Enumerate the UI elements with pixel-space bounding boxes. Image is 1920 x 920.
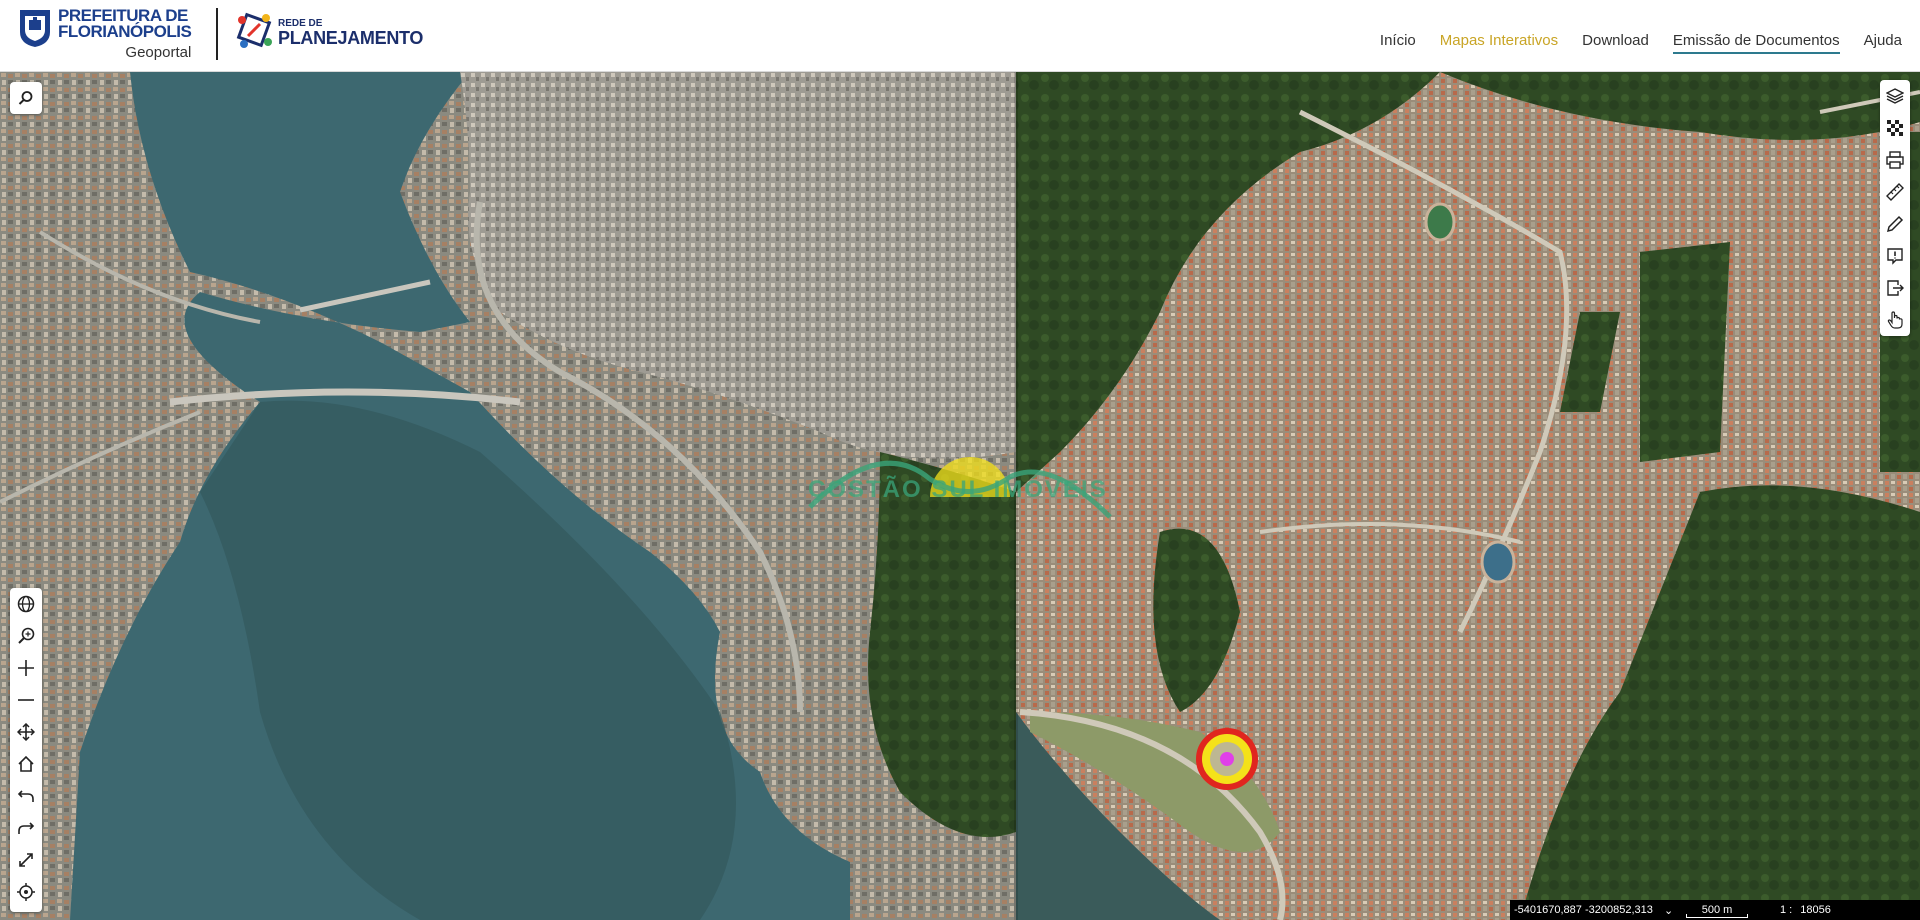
locate-button[interactable] bbox=[10, 876, 42, 908]
search-icon bbox=[18, 91, 33, 105]
main-nav: Início Mapas Interativos Download Emissã… bbox=[1380, 32, 1902, 54]
nav-emissao-documentos[interactable]: Emissão de Documentos bbox=[1672, 32, 1840, 54]
map-canvas[interactable]: COSTÃO SUL IMÓVEIS -5401670,887 -3200852… bbox=[0, 72, 1920, 920]
basemap-button[interactable] bbox=[1880, 112, 1910, 144]
pan-icon bbox=[17, 723, 35, 741]
measure-icon bbox=[1886, 183, 1904, 201]
scale-bar: 500 m bbox=[1680, 904, 1754, 918]
header-divider bbox=[216, 8, 218, 60]
pointer-icon bbox=[1887, 311, 1903, 329]
globe-icon bbox=[17, 595, 35, 613]
info-icon bbox=[1887, 248, 1903, 265]
layers-icon bbox=[1886, 88, 1904, 104]
geoportal-subtitle: Geoportal bbox=[125, 44, 192, 61]
map-tools-toolbar bbox=[1880, 80, 1910, 336]
draw-button[interactable] bbox=[1880, 208, 1910, 240]
pointer-button[interactable] bbox=[1880, 304, 1910, 336]
export-button[interactable] bbox=[1880, 272, 1910, 304]
city-crest-icon bbox=[20, 10, 50, 47]
zoom-out-icon bbox=[18, 699, 34, 701]
navigation-toolbar bbox=[10, 588, 42, 912]
nav-mapas-interativos[interactable]: Mapas Interativos bbox=[1440, 32, 1558, 54]
print-button[interactable] bbox=[1880, 144, 1910, 176]
rede-logo-line1: REDE DE bbox=[278, 17, 323, 29]
draw-icon bbox=[1886, 215, 1904, 233]
zoom-out-button[interactable] bbox=[10, 684, 42, 716]
basemap-icon bbox=[1887, 120, 1903, 136]
prefeitura-logo[interactable]: PREFEITURA DE FLORIANÓPOLIS Geoportal bbox=[18, 7, 192, 61]
watermark-text: COSTÃO SUL IMÓVEIS bbox=[808, 476, 1108, 503]
globe-button[interactable] bbox=[10, 588, 42, 620]
rede-logo-line2: PLANEJAMENTO bbox=[278, 27, 424, 48]
site-header: PREFEITURA DE FLORIANÓPOLIS Geoportal RE… bbox=[0, 0, 1920, 72]
undo-button[interactable] bbox=[10, 780, 42, 812]
zoom-in-button[interactable] bbox=[10, 652, 42, 684]
scale-ratio-value[interactable]: 18056 bbox=[1800, 904, 1831, 916]
undo-icon bbox=[17, 790, 34, 802]
prefeitura-logo-line2: FLORIANÓPOLIS bbox=[58, 22, 192, 41]
zoom-in-icon bbox=[18, 660, 34, 676]
scale-ratio-prefix: 1 : bbox=[1780, 904, 1793, 916]
fullscreen-icon bbox=[19, 853, 33, 867]
location-marker[interactable] bbox=[1194, 726, 1260, 792]
info-button[interactable] bbox=[1880, 240, 1910, 272]
print-icon bbox=[1886, 151, 1904, 169]
nav-inicio[interactable]: Início bbox=[1380, 32, 1416, 54]
nav-ajuda[interactable]: Ajuda bbox=[1864, 32, 1902, 54]
redo-icon bbox=[18, 822, 35, 834]
fullscreen-button[interactable] bbox=[10, 844, 42, 876]
search-button[interactable] bbox=[10, 82, 42, 114]
locate-icon bbox=[17, 883, 35, 901]
layers-button[interactable] bbox=[1880, 80, 1910, 112]
pan-button[interactable] bbox=[10, 716, 42, 748]
nav-download[interactable]: Download bbox=[1582, 32, 1649, 54]
home-icon bbox=[18, 755, 34, 772]
coordinates-readout: -5401670,887 -3200852,313 bbox=[1514, 904, 1653, 916]
rede-planejamento-logo[interactable]: REDE DE PLANEJAMENTO bbox=[234, 10, 423, 54]
export-icon bbox=[1887, 280, 1904, 296]
rede-planejamento-icon bbox=[236, 12, 272, 48]
zoom-area-icon bbox=[18, 627, 35, 644]
redo-button[interactable] bbox=[10, 812, 42, 844]
home-button[interactable] bbox=[10, 748, 42, 780]
measure-button[interactable] bbox=[1880, 176, 1910, 208]
map-status-bar: -5401670,887 -3200852,313 ⌄ 500 m 1 : 18… bbox=[1510, 900, 1920, 920]
chevron-down-icon[interactable]: ⌄ bbox=[1664, 904, 1680, 917]
zoom-area-button[interactable] bbox=[10, 620, 42, 652]
